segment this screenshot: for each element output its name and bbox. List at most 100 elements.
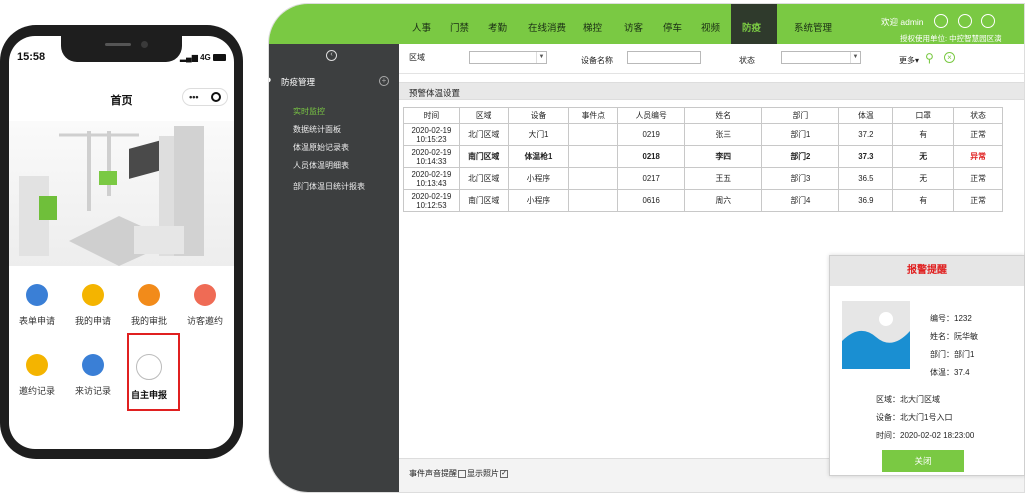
expand-group-icon[interactable]: + — [379, 76, 389, 86]
cell-name: 周六 — [684, 189, 763, 212]
sound-alert-checkbox[interactable] — [458, 469, 466, 478]
clear-icon[interactable]: × — [944, 52, 955, 63]
sidebar-item-dept-daily[interactable]: 部门体温日统计报表 — [293, 181, 365, 192]
cell-dept: 部门3 — [761, 167, 840, 190]
cell-status: 异常 — [953, 145, 1003, 168]
phone-notch — [61, 36, 182, 62]
cell-time: 2020-02-19 10:12:53 — [403, 189, 460, 212]
app-visit-record[interactable]: 来访记录 — [65, 354, 121, 401]
photo-placeholder-icon — [842, 301, 910, 369]
power-icon[interactable] — [981, 14, 995, 28]
nav-tab-access[interactable]: 门禁 — [450, 20, 469, 34]
section-header: 预警体温设置 — [399, 82, 1024, 100]
cell-temp: 36.9 — [838, 189, 894, 212]
miniprogram-capsule: ••• — [182, 88, 228, 106]
cell-event — [568, 123, 619, 146]
cell-time: 2020-02-19 10:13:43 — [403, 167, 460, 190]
cell-area: 南门区域 — [458, 189, 509, 212]
cell-device: 小程序 — [507, 167, 570, 190]
nav-tab-system[interactable]: 系统管理 — [794, 20, 832, 34]
nav-tab-video[interactable]: 视频 — [701, 20, 720, 34]
cell-area: 北门区域 — [458, 167, 509, 190]
sidebar-item-raw-temp[interactable]: 体温原始记录表 — [293, 142, 349, 153]
cell-time: 2020-02-19 10:15:23 — [403, 123, 460, 146]
sidebar-group-title[interactable]: 防疫管理 — [281, 76, 315, 88]
more-filter-button[interactable]: 更多▾ — [899, 55, 919, 66]
close-alarm-button[interactable]: 关闭 — [882, 450, 964, 472]
device-name-input[interactable] — [627, 51, 701, 64]
user-icon[interactable] — [958, 14, 972, 28]
visit-record-icon — [82, 354, 104, 376]
nav-tab-attendance[interactable]: 考勤 — [488, 20, 507, 34]
alarm-area: 区域：北大门区域 — [876, 395, 940, 404]
sidebar-item-person-temp[interactable]: 人员体温明细表 — [293, 160, 349, 171]
status-signal: ▂▄▆ 4G — [180, 53, 226, 62]
close-miniprogram-icon[interactable] — [210, 92, 221, 102]
temperature-table: 时间 区域 设备 事件点 人员编号 姓名 部门 体温 口罩 状态 2020-02… — [403, 107, 1003, 212]
nav-tab-epidemic[interactable]: 防疫 — [742, 20, 761, 34]
table-row[interactable]: 2020-02-19 10:13:43 北门区域 小程序 0217 王五 部门3 … — [403, 167, 1003, 190]
chevron-down-icon: ▼ — [850, 52, 860, 63]
home-banner — [9, 121, 234, 266]
table-row[interactable]: 2020-02-19 10:14:33 南门区域 体温枪1 0218 李四 部门2… — [403, 145, 1003, 168]
app-grid-row-1: 表单申请 我的申请 我的审批 访客邀约 — [9, 284, 234, 327]
network-type: 4G — [200, 53, 211, 62]
search-icon[interactable]: ⚲ — [925, 51, 934, 65]
sound-alert-label: 事件声音提醒 — [409, 469, 457, 478]
app-invite-record[interactable]: 邀约记录 — [9, 354, 65, 401]
table-row[interactable]: 2020-02-19 10:12:53 南门区域 小程序 0616 周六 部门4 … — [403, 189, 1003, 212]
welcome-text: 欢迎 admin — [881, 17, 924, 27]
col-person-id: 人员编号 — [617, 107, 686, 124]
cell-dept: 部门4 — [761, 189, 840, 212]
table-header-row: 时间 区域 设备 事件点 人员编号 姓名 部门 体温 口罩 状态 — [403, 107, 1003, 124]
app-my-approve[interactable]: 我的审批 — [121, 284, 177, 327]
cell-event — [568, 189, 619, 212]
chevron-down-icon: ▼ — [536, 52, 546, 63]
signal-icon: ▂▄▆ — [179, 53, 198, 62]
status-label: 状态 — [739, 56, 755, 65]
cell-person-id: 0219 — [617, 123, 686, 146]
approve-stamp-icon — [138, 284, 160, 306]
settings-icon[interactable] — [934, 14, 948, 28]
footer-options: 事件声音提醒 显示照片 ✓ — [409, 468, 509, 479]
cell-name: 李四 — [684, 145, 763, 168]
apply-doc-icon — [82, 284, 104, 306]
area-select[interactable]: ▼ — [469, 51, 547, 64]
app-my-apply[interactable]: 我的申请 — [65, 284, 121, 327]
alarm-person-temp: 体温：37.4 — [930, 368, 970, 377]
table-row[interactable]: 2020-02-19 10:15:23 北门区域 大门1 0219 张三 部门1 … — [403, 123, 1003, 146]
nav-tab-visitor[interactable]: 访客 — [624, 20, 643, 34]
top-navigation: 人事 门禁 考勤 在线消费 梯控 访客 停车 视频 防疫 系统管理 欢迎 adm… — [269, 4, 1024, 44]
cell-dept: 部门1 — [761, 123, 840, 146]
cell-device: 大门1 — [507, 123, 570, 146]
more-icon[interactable]: ••• — [189, 92, 198, 102]
alarm-person-id: 编号：1232 — [930, 314, 972, 323]
show-photo-checkbox[interactable]: ✓ — [500, 469, 508, 478]
cell-time: 2020-02-19 10:14:33 — [403, 145, 460, 168]
col-status: 状态 — [953, 107, 1003, 124]
status-time: 15:58 — [17, 51, 46, 63]
cell-area: 南门区域 — [458, 145, 509, 168]
nav-tab-elevator[interactable]: 梯控 — [583, 20, 602, 34]
section-title: 预警体温设置 — [409, 88, 461, 98]
nav-tab-parking[interactable]: 停车 — [663, 20, 682, 34]
col-temp: 体温 — [838, 107, 894, 124]
status-select[interactable]: ▼ — [781, 51, 861, 64]
cell-status: 正常 — [953, 123, 1003, 146]
sidebar-item-dashboard[interactable]: 数据统计面板 — [293, 124, 341, 135]
collapse-sidebar-icon[interactable]: ‹ — [326, 50, 337, 61]
city-construction-illustration — [19, 126, 204, 266]
cell-mask: 有 — [892, 189, 955, 212]
app-form-apply[interactable]: 表单申请 — [9, 284, 65, 327]
nav-tab-hr[interactable]: 人事 — [412, 20, 431, 34]
cell-event — [568, 145, 619, 168]
alarm-popup: 报警提醒 编号：1232 姓名：阮华敏 部门：部门1 体温：37.4 区域：北大… — [829, 255, 1025, 476]
nav-tab-consume[interactable]: 在线消费 — [528, 20, 566, 34]
visitor-invite-icon — [194, 284, 216, 306]
invite-record-icon — [26, 354, 48, 376]
sidebar-item-realtime[interactable]: 实时监控 — [293, 106, 325, 117]
col-mask: 口罩 — [892, 107, 955, 124]
app-grid-row-2: 邀约记录 来访记录 自主申报 — [9, 354, 234, 401]
cell-person-id: 0217 — [617, 167, 686, 190]
app-visitor-invite[interactable]: 访客邀约 — [177, 284, 233, 327]
